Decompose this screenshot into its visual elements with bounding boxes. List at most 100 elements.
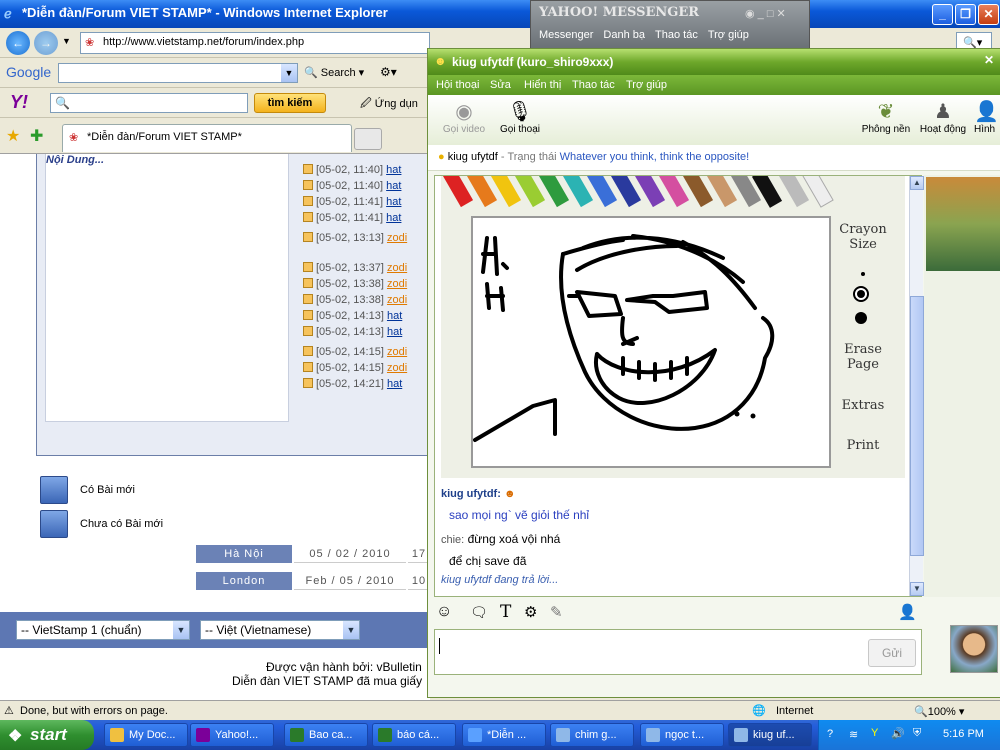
post-user-link[interactable]: hat [386,180,401,192]
background-button[interactable]: ❦ Phông nền [860,99,912,135]
post-icon [303,164,313,174]
chat-menu-item[interactable]: Trợ giúp [626,79,667,91]
settings-icon[interactable]: ⚙ [524,603,537,621]
voice-call-button[interactable]: 🎙 Gọi thoại [496,99,544,135]
minimize-button[interactable]: _ [932,4,953,25]
post-row: [05-02, 14:21] hat [303,378,402,394]
no-new-posts-icon [40,510,68,538]
ym-menu-item[interactable]: Danh bạ [603,29,645,41]
chat-menu-item[interactable]: Sửa [490,79,511,91]
scroll-thumb[interactable] [910,296,924,556]
taskbar-item[interactable]: Yahoo!... [190,723,274,747]
google-search-button[interactable]: 🔍 Search ▾ [304,66,364,79]
erase-page-button[interactable]: Erase Page [837,342,889,372]
size-medium-option[interactable] [853,286,869,302]
activities-button[interactable]: ♟ Hoạt động [918,99,968,135]
favorites-star-icon[interactable]: ★ [6,126,20,146]
webcam-icon: ◉ [455,101,473,123]
chat-menu-item[interactable]: Hiển thị [524,79,561,91]
taskbar-item[interactable]: *Diễn ... [462,723,546,747]
conversation-scrollbar[interactable]: ▲ ▼ [909,176,924,596]
network-icon[interactable]: ≋ [849,728,858,741]
chat-menu-item[interactable]: Hội thoại [436,79,479,91]
font-icon[interactable]: T [500,602,511,622]
chat-menu-item[interactable]: Thao tác [572,79,615,91]
chevron-down-icon[interactable]: ▼ [281,64,297,82]
ym-menu-item[interactable]: Thao tác [655,29,698,41]
post-user-link[interactable]: zodi [387,278,407,290]
attachment-icon[interactable]: ✎ [550,603,563,621]
avatar[interactable] [950,625,998,673]
chat-toolbar: ◉ Gọi video 🎙 Gọi thoại ❦ Phông nền ♟ Hoạt đ… [428,95,1000,145]
taskbar-item[interactable]: kiug uf... [728,723,812,747]
post-row: [05-02, 11:40] hat [303,164,401,180]
language-select[interactable]: -- Việt (Vietnamese) ▼ [200,620,360,640]
taskbar-item[interactable]: Bao ca... [284,723,368,747]
post-user-link[interactable]: zodi [387,262,407,274]
contact-info-icon[interactable]: 👤 [898,603,917,621]
start-button[interactable]: ❖ start [0,720,94,750]
zoom-level[interactable]: 🔍100% ▾ [914,705,964,718]
scroll-up-icon[interactable]: ▲ [910,176,924,190]
post-user-link[interactable]: zodi [387,362,407,374]
page-icon: ❀ [85,37,95,49]
chat-title-bar: ☻ kiug ufytdf (kuro_shiro9xxx) ✕ [428,49,1000,75]
tab-forum[interactable]: ❀ *Diễn đàn/Forum VIET STAMP* [62,124,352,152]
post-user-link[interactable]: zodi [387,232,407,244]
post-user-link[interactable]: hat [387,310,402,322]
yahoo-apps-button[interactable]: 🖉 Ứng dụn [360,95,418,114]
help-icon[interactable]: ? [827,728,833,740]
size-small-option[interactable] [861,272,865,276]
chat-close-button[interactable]: ✕ [984,53,994,67]
audible-icon[interactable]: 🗨 [470,604,488,621]
add-favorites-icon[interactable]: ✚ [30,126,43,146]
yahoo-search-button[interactable]: tìm kiếm [254,93,326,113]
yahoo-search-input[interactable]: 🔍 [50,93,248,113]
extras-button[interactable]: Extras [837,398,889,413]
volume-icon[interactable]: 🔊 [891,727,905,740]
google-search-input[interactable]: ▼ [58,63,298,83]
windows-logo-icon: ❖ [8,728,23,745]
contact-display-image[interactable] [926,177,1000,271]
maximize-button[interactable]: ❐ [955,4,976,25]
post-icon [303,362,313,372]
url-text: http://www.vietstamp.net/forum/index.php [103,36,305,48]
post-user-link[interactable]: hat [387,326,402,338]
post-user-link[interactable]: hat [387,378,402,390]
post-user-link[interactable]: zodi [387,294,407,306]
taskbar-item[interactable]: ngọc t... [640,723,724,747]
post-user-link[interactable]: hat [386,212,401,224]
history-dropdown-icon[interactable]: ▼ [62,36,71,46]
taskbar-item[interactable]: báo cá... [372,723,456,747]
photos-button[interactable]: 👤 Hình [974,99,1000,135]
url-input[interactable]: ❀ http://www.vietstamp.net/forum/index.p… [80,32,430,54]
size-large-option[interactable] [855,312,867,324]
post-user-link[interactable]: zodi [387,346,407,358]
taskbar-item[interactable]: My Doc... [104,723,188,747]
ym-window-controls[interactable]: ◉ _ □ ✕ [745,7,786,20]
style-select[interactable]: -- VietStamp 1 (chuẩn) ▼ [16,620,190,640]
chat-menu-bar: Hội thoại Sửa Hiển thị Thao tác Trợ giúp [428,75,1000,95]
message-input[interactable] [434,629,922,675]
messenger-tray-icon[interactable]: Y [871,727,878,739]
post-user-link[interactable]: hat [386,196,401,208]
forward-button[interactable]: → [34,31,58,55]
print-button[interactable]: Print [837,438,889,453]
ym-menu-item[interactable]: Messenger [539,29,593,41]
doodle-drawing [473,234,775,442]
close-button[interactable]: ✕ [978,4,999,25]
ym-menu-item[interactable]: Trợ giúp [708,29,749,41]
antivirus-icon[interactable]: ⛨ [913,727,921,740]
emoticon-icon[interactable]: ☺ [436,603,452,621]
video-call-button[interactable]: ◉ Gọi video [440,99,488,135]
new-tab-button[interactable] [354,128,382,150]
back-button[interactable]: ← [6,31,30,55]
footer-powered: Được vận hành bởi: vBulletin [266,660,422,674]
drawing-canvas[interactable] [471,216,831,468]
post-user-link[interactable]: hat [386,164,401,176]
taskbar-item[interactable]: chim g... [550,723,634,747]
send-button[interactable]: Gửi [868,639,916,667]
chevron-down-icon: ▼ [173,621,189,639]
toolbar-tools-icon[interactable]: ⚙▾ [380,65,397,79]
scroll-down-icon[interactable]: ▼ [910,582,924,596]
